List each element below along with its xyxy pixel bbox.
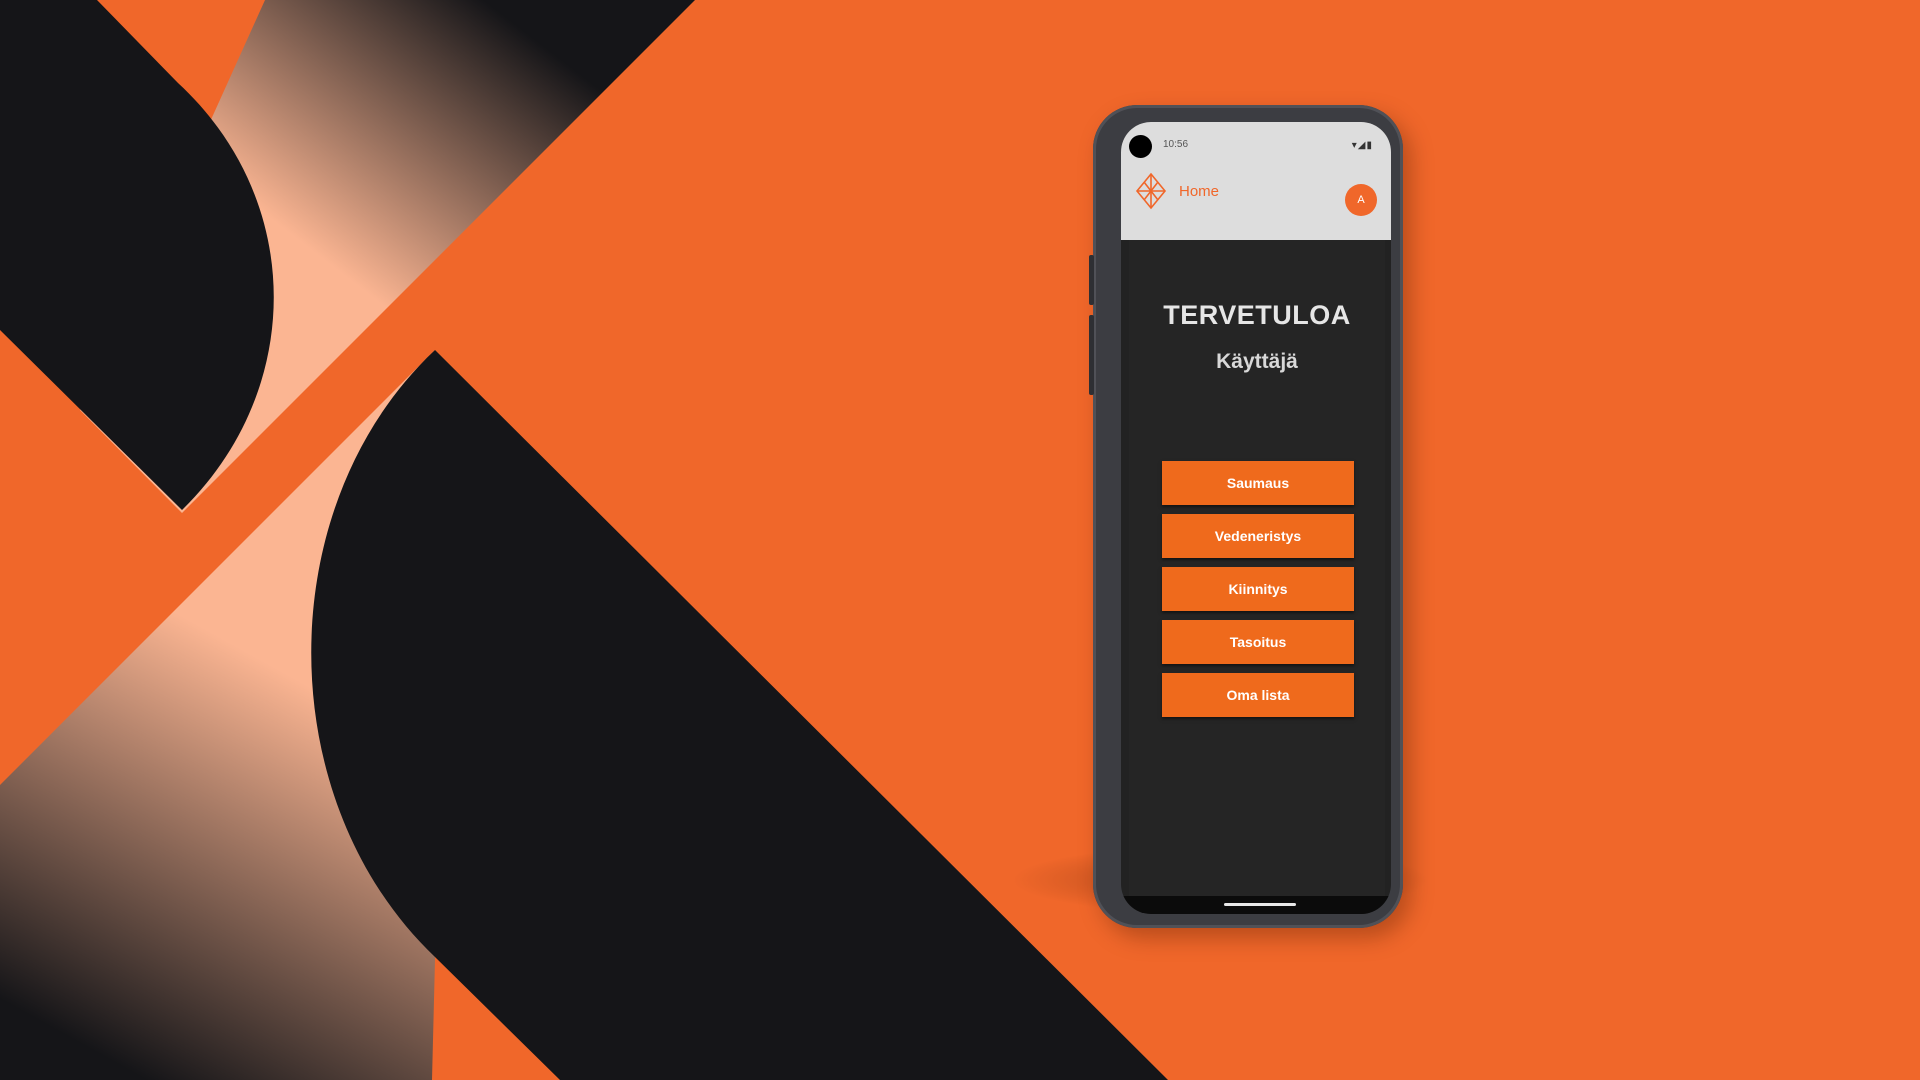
background-graphic [0, 0, 1168, 1080]
power-button [1089, 315, 1094, 395]
saumaus-button[interactable]: Saumaus [1162, 461, 1354, 505]
username-label: Käyttäjä [1216, 350, 1298, 373]
welcome-title: TERVETULOA [1163, 300, 1351, 330]
avatar-letter: A [1357, 194, 1365, 206]
diamond-lattice-logo-icon[interactable] [1135, 172, 1167, 210]
dark-shape-bottom [311, 350, 1168, 1080]
phone-frame: 10:56 ▾◢▮ Home A TERVETULOA Käyttäjä Sau… [1089, 105, 1403, 928]
top-bar: 10:56 ▾◢▮ Home A [1121, 122, 1391, 240]
app-bar: Home A [1121, 162, 1391, 232]
category-menu: Saumaus Vedeneristys Kiinnitys Tasoitus … [1162, 461, 1354, 726]
avatar[interactable]: A [1345, 184, 1377, 216]
phone-screen: 10:56 ▾◢▮ Home A TERVETULOA Käyttäjä Sau… [1121, 122, 1391, 914]
home-indicator[interactable] [1224, 903, 1296, 906]
page-title: Home [1179, 183, 1220, 200]
status-bar: 10:56 ▾◢▮ [1121, 122, 1391, 162]
status-icons: ▾◢▮ [1351, 140, 1373, 151]
volume-up-button [1089, 255, 1094, 305]
oma-lista-button[interactable]: Oma lista [1162, 673, 1354, 717]
vedeneristys-button[interactable]: Vedeneristys [1162, 514, 1354, 558]
kiinnitys-button[interactable]: Kiinnitys [1162, 567, 1354, 611]
tasoitus-button[interactable]: Tasoitus [1162, 620, 1354, 664]
front-camera [1129, 135, 1152, 158]
status-time: 10:56 [1163, 139, 1189, 150]
main-content: TERVETULOA Käyttäjä Saumaus Vedeneristys… [1129, 240, 1385, 896]
navigation-bar [1121, 896, 1391, 914]
